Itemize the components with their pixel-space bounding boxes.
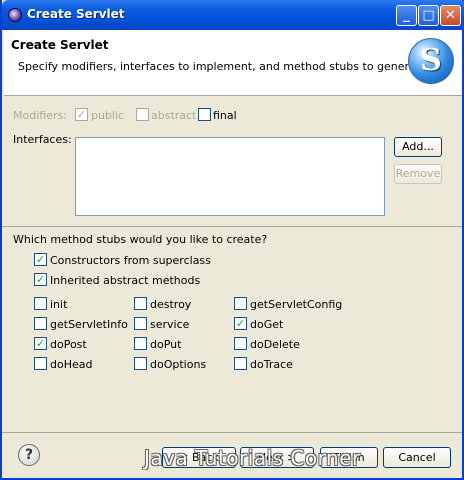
init-checkbox[interactable] <box>34 297 47 310</box>
inherited-label: Inherited abstract methods <box>50 274 201 287</box>
section-divider <box>2 226 462 227</box>
title-bar[interactable]: Create Servlet _ □ ✕ <box>2 0 464 30</box>
eclipse-icon <box>8 8 22 22</box>
destroy-label: destroy <box>150 298 192 311</box>
close-button[interactable]: ✕ <box>440 5 461 26</box>
maximize-button[interactable]: □ <box>418 5 439 26</box>
getservletconfig-checkbox[interactable] <box>234 297 247 310</box>
final-label: final <box>213 109 237 122</box>
minimize-button[interactable]: _ <box>396 5 417 26</box>
interfaces-list[interactable] <box>75 137 385 216</box>
create-servlet-dialog: Create Servlet _ □ ✕ Create Servlet Spec… <box>0 0 464 480</box>
final-checkbox[interactable] <box>198 108 211 121</box>
watermark: Java Tutorials Corner <box>144 446 361 470</box>
dohead-label: doHead <box>50 358 93 371</box>
constructors-checkbox[interactable]: ✓ <box>34 253 47 266</box>
help-icon[interactable]: ? <box>18 444 40 466</box>
dopost-checkbox[interactable]: ✓ <box>34 337 47 350</box>
doget-checkbox[interactable]: ✓ <box>234 317 247 330</box>
doput-label: doPut <box>150 338 182 351</box>
servlet-logo-icon: S <box>408 38 454 84</box>
dohead-checkbox[interactable] <box>34 357 47 370</box>
footer-divider <box>2 432 462 433</box>
getservletinfo-checkbox[interactable] <box>34 317 47 330</box>
stubs-question: Which method stubs would you like to cre… <box>13 233 268 246</box>
add-interface-button[interactable]: Add... <box>394 137 442 157</box>
interfaces-label: Interfaces: <box>13 133 72 146</box>
init-label: init <box>50 298 68 311</box>
destroy-checkbox[interactable] <box>134 297 147 310</box>
page-title: Create Servlet <box>11 38 109 52</box>
public-checkbox[interactable]: ✓ <box>75 108 88 121</box>
dotrace-checkbox[interactable] <box>234 357 247 370</box>
abstract-checkbox[interactable] <box>136 108 149 121</box>
dodelete-checkbox[interactable] <box>234 337 247 350</box>
wizard-header: Create Servlet Specify modifiers, interf… <box>4 30 462 96</box>
getservletinfo-label: getServletInfo <box>50 318 128 331</box>
service-label: service <box>150 318 190 331</box>
window-title: Create Servlet <box>27 7 125 21</box>
modifiers-label: Modifiers: <box>13 109 67 122</box>
doput-checkbox[interactable] <box>134 337 147 350</box>
page-description: Specify modifiers, interfaces to impleme… <box>18 60 431 73</box>
getservletconfig-label: getServletConfig <box>250 298 343 311</box>
dopost-label: doPost <box>50 338 87 351</box>
doget-label: doGet <box>250 318 284 331</box>
dotrace-label: doTrace <box>250 358 293 371</box>
public-label: public <box>91 109 125 122</box>
dodelete-label: doDelete <box>250 338 300 351</box>
cancel-button[interactable]: Cancel <box>383 447 451 468</box>
service-checkbox[interactable] <box>134 317 147 330</box>
abstract-label: abstract <box>151 109 197 122</box>
dooptions-label: doOptions <box>150 358 207 371</box>
inherited-checkbox[interactable]: ✓ <box>34 273 47 286</box>
dooptions-checkbox[interactable] <box>134 357 147 370</box>
remove-interface-button[interactable]: Remove <box>394 164 442 184</box>
constructors-label: Constructors from superclass <box>50 254 211 267</box>
